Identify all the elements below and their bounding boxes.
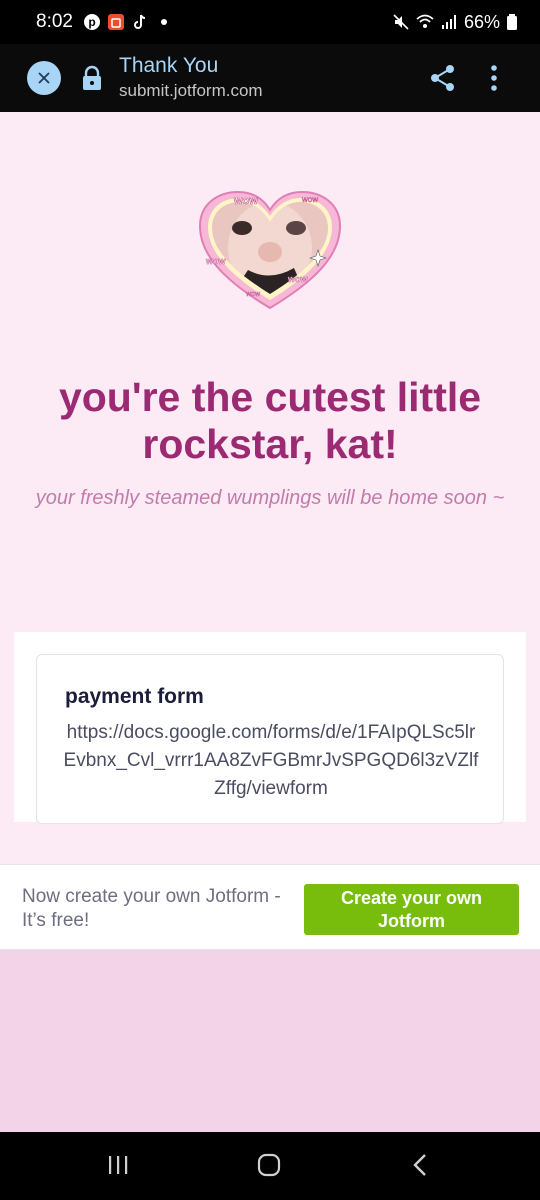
pinterest-icon: p [83,14,100,30]
dot-icon [160,19,167,25]
battery-percent: 66% [463,11,500,32]
sticker-text-5: wow [245,291,261,298]
status-time: 8:02 [36,11,73,32]
svg-text:p: p [88,15,95,29]
subheadline: your freshly steamed wumplings will be h… [35,487,505,509]
system-nav-bar [0,1132,540,1200]
sticker-text-2: wow [301,195,318,204]
close-button[interactable] [27,61,61,95]
page-content: wow wow wow wow wow you're the cutest li… [0,112,540,864]
wifi-icon [416,14,434,28]
promo-text: Now create your own Jotform - It’s free! [22,886,281,931]
more-options-icon[interactable] [484,64,504,92]
page-url: submit.jotform.com [119,81,263,100]
promo-bar: Now create your own Jotform - It’s free!… [0,864,540,950]
headline: you're the cutest little rockstar, kat! [58,374,482,467]
payment-form-link[interactable]: https://docs.google.com/forms/d/e/1FAIpQ… [61,719,481,803]
home-icon[interactable] [257,1153,281,1177]
title-area[interactable]: Thank You submit.jotform.com [119,53,263,103]
payment-form-card: payment form https://docs.google.com/for… [36,654,504,824]
signal-icon [441,15,456,29]
sticker-text-4: wow [287,274,308,284]
mute-icon [393,14,409,30]
lock-icon[interactable] [81,65,103,91]
card-container: payment form https://docs.google.com/for… [14,632,526,824]
browser-toolbar: Thank You submit.jotform.com [0,44,540,112]
page-title: Thank You [119,54,219,77]
card-title: payment form [65,685,204,708]
sticker-text-3: wow [205,256,226,266]
recent-apps-icon[interactable] [106,1154,130,1176]
share-icon[interactable] [430,64,456,92]
battery-icon [507,14,517,30]
back-icon[interactable] [410,1153,430,1177]
shopee-icon [107,14,124,30]
sticker-text-1: wow [233,195,258,207]
create-jotform-button[interactable]: Create your own Jotform [304,884,519,935]
status-bar: 8:02 p 66% [0,0,540,44]
close-icon [38,72,50,84]
notification-icons: p [83,13,167,31]
heart-sticker-image: wow wow wow wow wow [198,190,342,310]
tiktok-icon [134,14,146,29]
status-right: 66% [392,12,518,33]
